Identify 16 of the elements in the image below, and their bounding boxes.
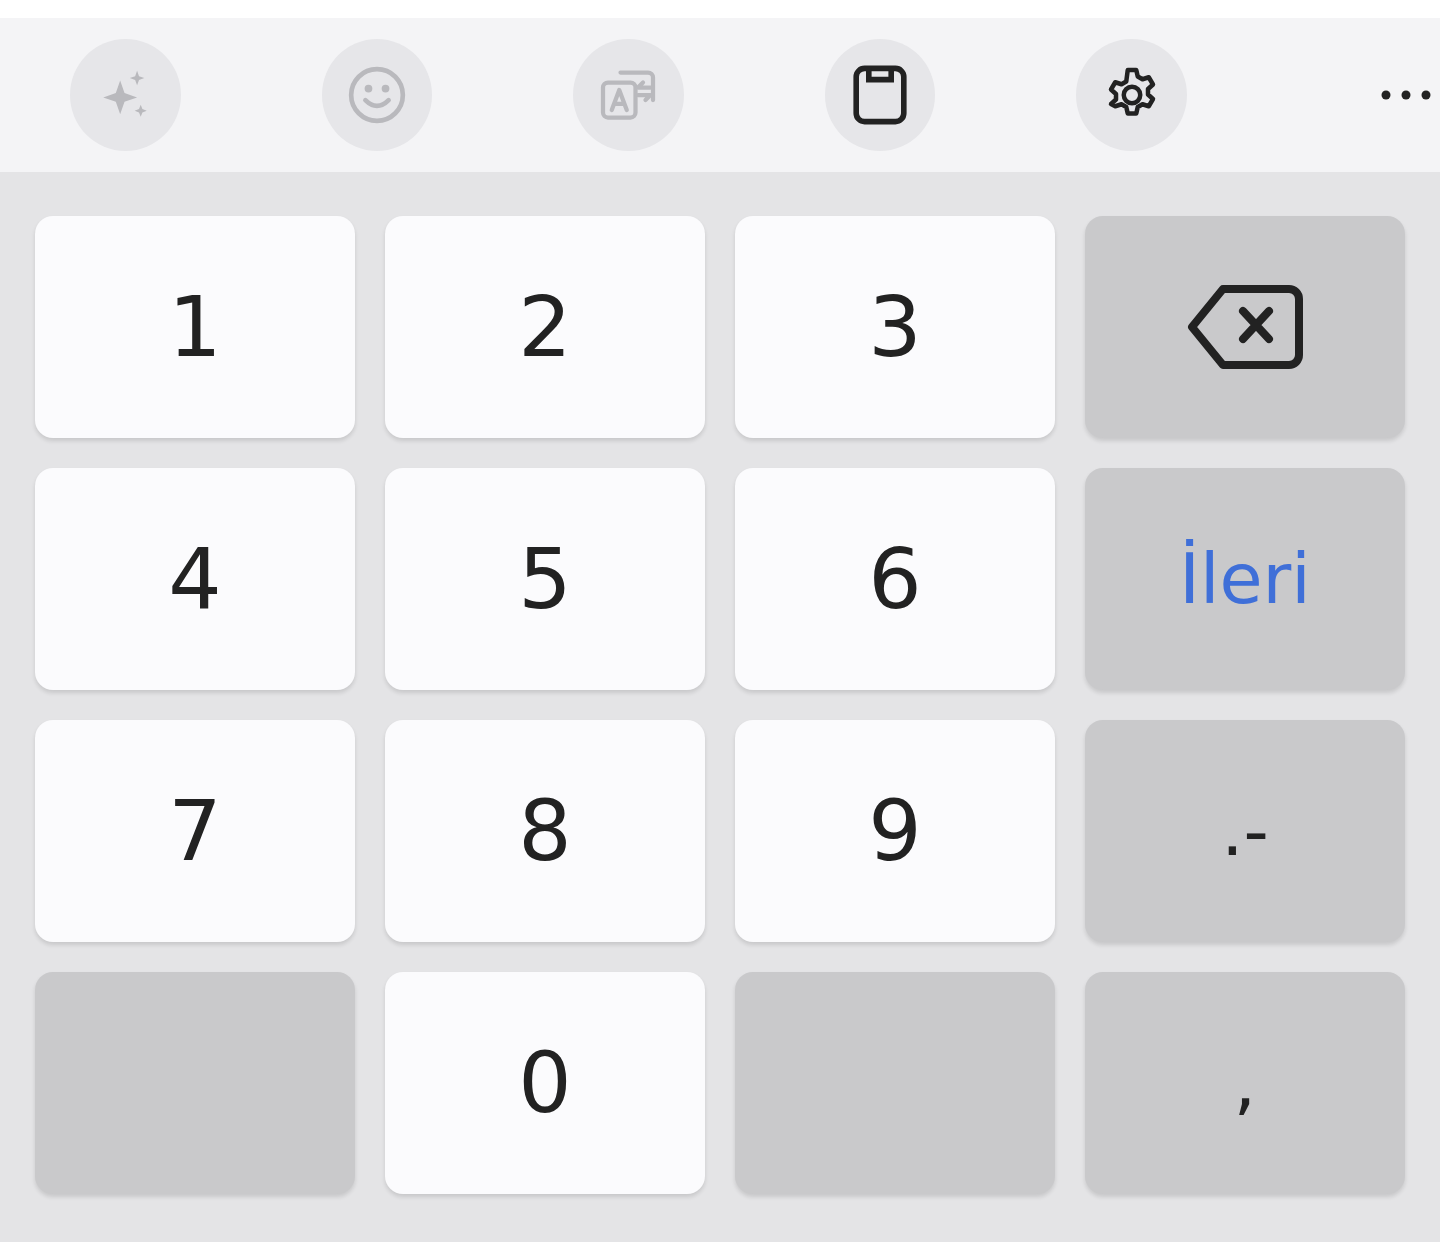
backspace-key[interactable] [1085,216,1405,438]
digit-key[interactable]: 5 [385,468,705,690]
digit-key[interactable]: 4 [35,468,355,690]
digit-key[interactable]: 0 [385,972,705,1194]
symbol-key[interactable]: , [1085,972,1405,1194]
digit-key[interactable]: 1 [35,216,355,438]
backspace-icon [1187,284,1303,370]
digit-key[interactable]: 7 [35,720,355,942]
digit-key[interactable]: 8 [385,720,705,942]
digit-key[interactable]: 9 [735,720,1055,942]
clipboard-icon [852,64,909,126]
digit-key[interactable]: 6 [735,468,1055,690]
more-icon [1379,89,1432,101]
symbol-key[interactable]: .- [1085,720,1405,942]
digit-key[interactable]: 3 [735,216,1055,438]
digit-key[interactable]: 2 [385,216,705,438]
